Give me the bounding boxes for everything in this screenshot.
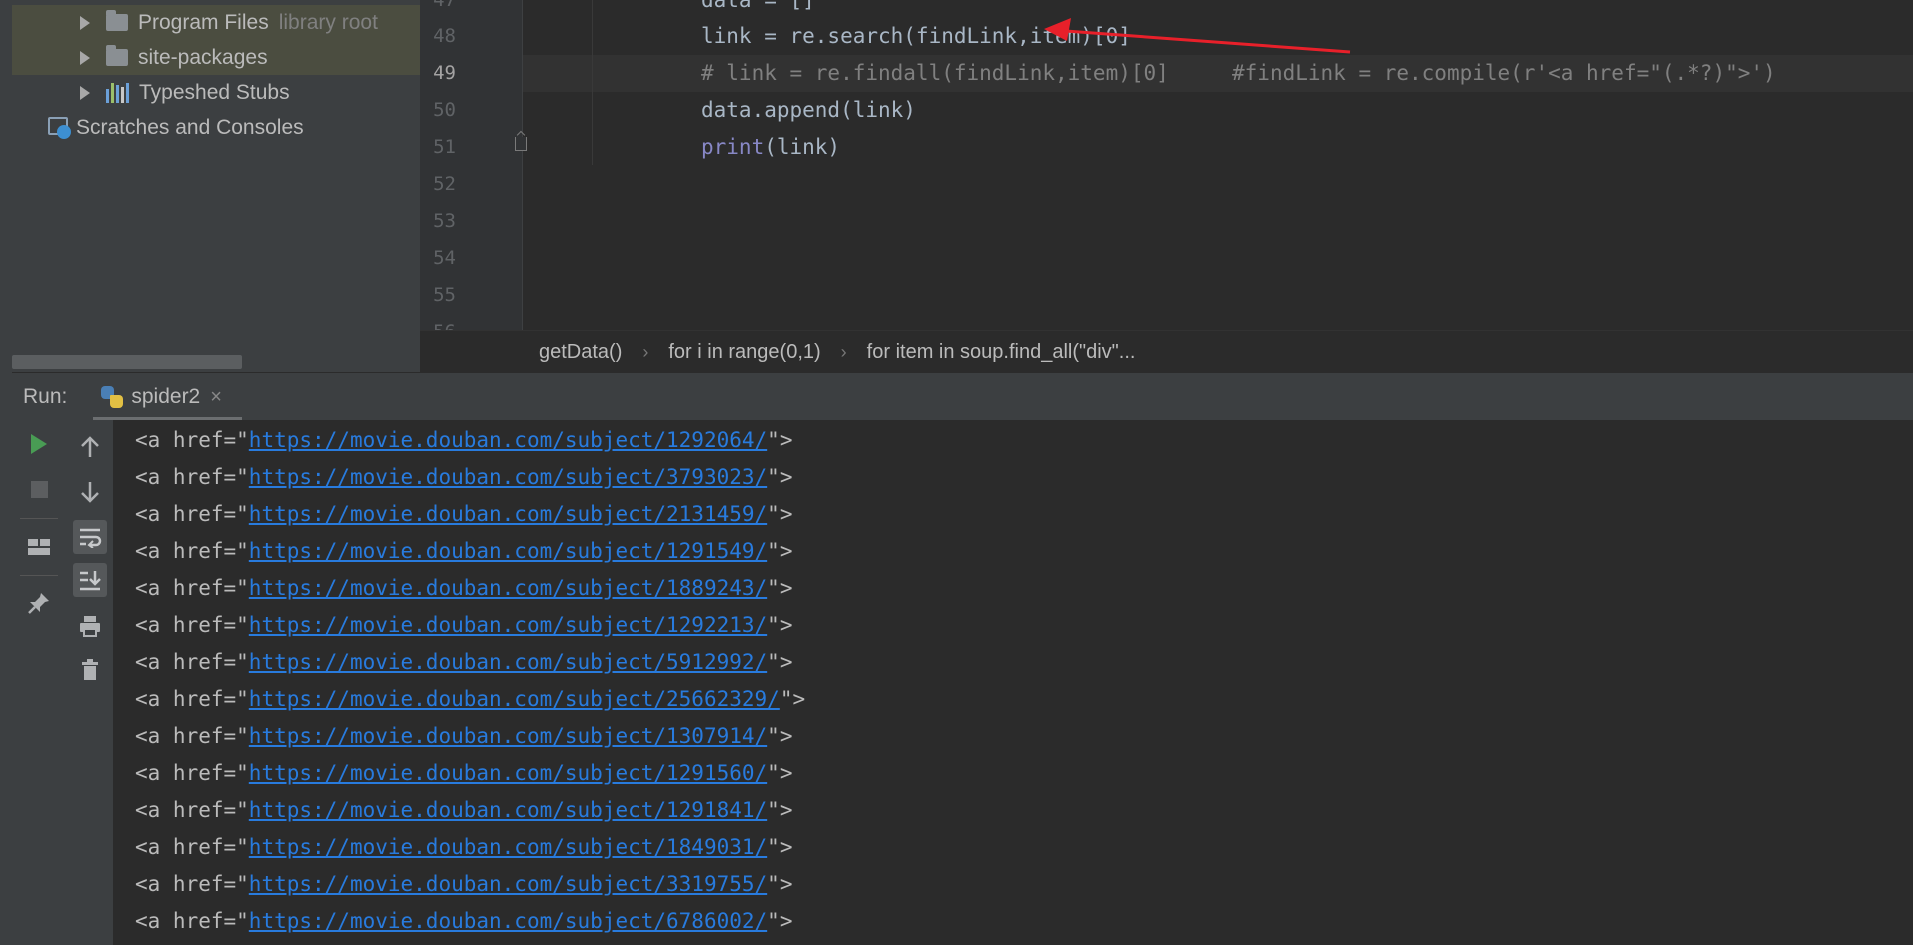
console-link[interactable]: https://movie.douban.com/subject/1292064… <box>249 428 767 452</box>
console-link[interactable]: https://movie.douban.com/subject/1291549… <box>249 539 767 563</box>
arrow-down-icon <box>81 482 99 503</box>
expand-arrow-icon[interactable] <box>80 15 90 30</box>
breadcrumb-item-for-range[interactable]: for i in range(0,1) <box>668 341 820 364</box>
scrollbar-thumb[interactable] <box>12 355 242 369</box>
scroll-down-button[interactable] <box>73 475 107 509</box>
run-label: Run: <box>23 385 68 408</box>
breadcrumb-separator: › <box>642 341 649 362</box>
breadcrumb-item-for-soup[interactable]: for item in soup.find_all("div"... <box>867 341 1136 364</box>
restore-layout-button[interactable] <box>22 530 56 564</box>
breadcrumb: getData() › for i in range(0,1) › for it… <box>420 330 1913 373</box>
code-editor[interactable]: 47 48 49 50 51 52 53 54 55 56 data = [] … <box>420 0 1913 330</box>
console-link[interactable]: https://movie.douban.com/subject/1849031… <box>249 835 767 859</box>
soft-wrap-button[interactable] <box>73 520 107 554</box>
console-line: <a href="https://movie.douban.com/subjec… <box>135 761 793 785</box>
scroll-to-end-button[interactable] <box>73 563 107 597</box>
print-icon <box>80 616 100 637</box>
console-line: <a href="https://movie.douban.com/subjec… <box>135 798 793 822</box>
console-line: <a href="https://movie.douban.com/subjec… <box>135 872 793 896</box>
pin-icon <box>28 593 49 614</box>
run-toolbar-secondary <box>67 420 114 945</box>
tree-item-suffix: library root <box>278 10 378 34</box>
console-link[interactable]: https://movie.douban.com/subject/1291560… <box>249 761 767 785</box>
console-line: <a href="https://movie.douban.com/subjec… <box>135 465 793 489</box>
folder-icon <box>106 45 128 66</box>
console-link[interactable]: https://movie.douban.com/subject/1889243… <box>249 576 767 600</box>
annotation-arrow <box>1044 18 1351 54</box>
project-tree-panel: Program Files library root site-packages… <box>12 0 420 372</box>
stop-button[interactable] <box>22 472 56 506</box>
trash-icon <box>82 659 98 680</box>
run-tool-window-header: Run: spider2 × <box>12 372 1913 422</box>
tree-item-program-files[interactable]: Program Files library root <box>12 5 420 40</box>
scroll-to-end-icon <box>80 571 101 591</box>
python-icon <box>101 386 124 408</box>
console-link[interactable]: https://movie.douban.com/subject/1307914… <box>249 724 767 748</box>
console-line: <a href="https://movie.douban.com/subjec… <box>135 576 793 600</box>
soft-wrap-icon <box>80 528 102 548</box>
run-toolbar-primary <box>12 420 68 945</box>
breadcrumb-separator: › <box>840 341 847 362</box>
tree-item-site-packages[interactable]: site-packages <box>12 40 420 75</box>
expand-arrow-icon[interactable] <box>80 50 90 65</box>
console-line: <a href="https://movie.douban.com/subjec… <box>135 687 806 711</box>
project-horizontal-scrollbar[interactable] <box>12 355 420 369</box>
stubs-icon <box>106 82 129 103</box>
tree-item-typeshed-stubs[interactable]: Typeshed Stubs <box>12 75 420 110</box>
print-button[interactable] <box>73 609 107 643</box>
toolbar-divider <box>20 518 58 519</box>
console-link[interactable]: https://movie.douban.com/subject/3319755… <box>249 872 767 896</box>
tree-item-scratches[interactable]: Scratches and Consoles <box>12 110 420 145</box>
console-link[interactable]: https://movie.douban.com/subject/2131459… <box>249 502 767 526</box>
tree-item-label: site-packages <box>138 45 268 69</box>
play-icon <box>31 434 47 454</box>
arrow-up-icon <box>81 436 99 457</box>
console-line: <a href="https://movie.douban.com/subjec… <box>135 539 793 563</box>
console-link[interactable]: https://movie.douban.com/subject/1291841… <box>249 798 767 822</box>
tree-item-label: Scratches and Consoles <box>76 115 304 139</box>
breadcrumb-item-getdata[interactable]: getData() <box>539 341 622 364</box>
expand-arrow-icon[interactable] <box>80 85 90 100</box>
stop-icon <box>30 480 48 498</box>
console-link[interactable]: https://movie.douban.com/subject/5912992… <box>249 650 767 674</box>
console-link[interactable]: https://movie.douban.com/subject/3793023… <box>249 465 767 489</box>
console-line: <a href="https://movie.douban.com/subjec… <box>135 650 793 674</box>
console-link[interactable]: https://movie.douban.com/subject/2566232… <box>249 687 780 711</box>
scroll-up-button[interactable] <box>73 430 107 464</box>
layout-icon <box>28 539 50 555</box>
clear-all-button[interactable] <box>73 653 107 687</box>
console-line: <a href="https://movie.douban.com/subjec… <box>135 724 793 748</box>
pin-tab-button[interactable] <box>22 586 56 620</box>
console-line: <a href="https://movie.douban.com/subjec… <box>135 909 793 933</box>
console-link[interactable]: https://movie.douban.com/subject/6786002… <box>249 909 767 933</box>
console-line: <a href="https://movie.douban.com/subjec… <box>135 502 793 526</box>
console-line: <a href="https://movie.douban.com/subjec… <box>135 613 793 637</box>
tree-item-label: Typeshed Stubs <box>139 80 290 104</box>
close-icon[interactable]: × <box>210 386 222 409</box>
folder-icon <box>106 10 128 31</box>
console-output[interactable]: <a href="https://movie.douban.com/subjec… <box>113 420 1913 945</box>
tree-item-label: Program Files <box>138 10 269 34</box>
run-tab-title: spider2 <box>131 385 201 408</box>
scratches-icon <box>48 116 72 139</box>
console-link[interactable]: https://movie.douban.com/subject/1292213… <box>249 613 767 637</box>
console-line: <a href="https://movie.douban.com/subjec… <box>135 428 793 452</box>
rerun-button[interactable] <box>22 427 56 461</box>
console-line: <a href="https://movie.douban.com/subjec… <box>135 835 793 859</box>
run-tab-spider2[interactable]: spider2 × <box>93 373 242 421</box>
toolbar-divider <box>20 575 58 576</box>
